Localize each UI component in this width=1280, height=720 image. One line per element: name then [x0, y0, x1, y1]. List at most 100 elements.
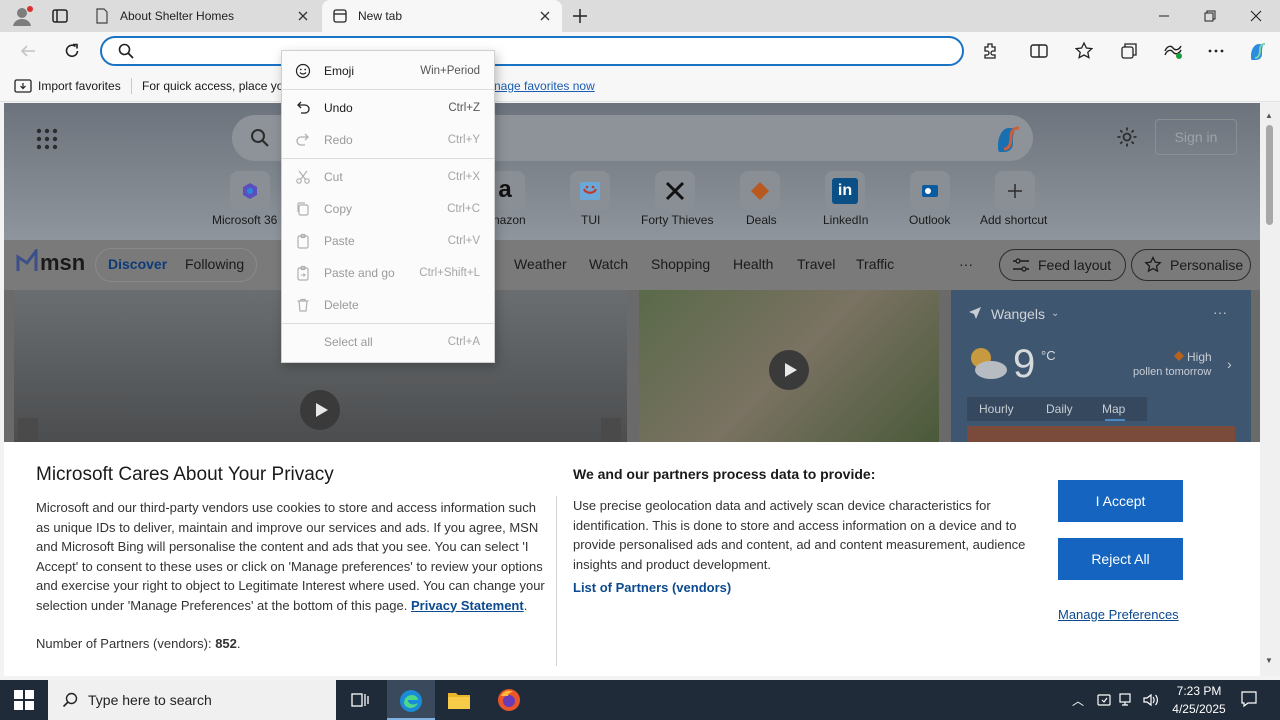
- clock-time[interactable]: 7:23 PM: [1174, 684, 1224, 698]
- nav-discover[interactable]: Discover: [108, 256, 167, 272]
- restore-button[interactable]: [1187, 0, 1233, 32]
- shortcut-forty-thieves[interactable]: [655, 171, 695, 211]
- scroll-down-icon[interactable]: ▼: [1265, 656, 1273, 665]
- privacy-right-title: We and our partners process data to prov…: [573, 466, 876, 482]
- weather-tab-daily[interactable]: Daily: [1046, 402, 1073, 416]
- shortcut-outlook[interactable]: [910, 171, 950, 211]
- extensions-icon[interactable]: [979, 40, 1003, 62]
- taskbar-search-box[interactable]: Type here to search: [48, 680, 336, 720]
- task-view-icon[interactable]: [350, 690, 370, 710]
- scrollbar-thumb[interactable]: [1266, 125, 1273, 225]
- carousel-next-icon[interactable]: [601, 418, 621, 442]
- privacy-statement-link[interactable]: Privacy Statement: [411, 598, 524, 613]
- privacy-consent-dialog: Microsoft Cares About Your Privacy Micro…: [4, 442, 1260, 676]
- play-video-icon[interactable]: [300, 390, 340, 430]
- chevron-right-icon[interactable]: ›: [1227, 356, 1232, 372]
- personalise-icon: [1144, 256, 1162, 274]
- nav-watch[interactable]: Watch: [589, 256, 628, 272]
- minimize-button[interactable]: [1141, 0, 1187, 32]
- volume-icon[interactable]: [1142, 692, 1160, 708]
- menu-item-undo[interactable]: Undo Ctrl+Z: [282, 94, 494, 122]
- copilot-icon[interactable]: [1246, 40, 1270, 62]
- split-screen-icon[interactable]: [1027, 40, 1051, 62]
- partners-count-line: Number of Partners (vendors): 852.: [36, 636, 241, 651]
- taskbar-edge-app[interactable]: [387, 680, 435, 720]
- shortcut-linkedin[interactable]: in: [825, 171, 865, 211]
- shortcut-label: Deals: [746, 213, 777, 227]
- nav-shopping[interactable]: Shopping: [651, 256, 710, 272]
- menu-item-shortcut: Ctrl+Shift+L: [419, 267, 480, 279]
- collections-icon[interactable]: [1117, 40, 1141, 62]
- manage-favorites-link[interactable]: nage favorites now: [494, 79, 595, 93]
- page-scrollbar[interactable]: ▲ ▼: [1260, 103, 1280, 676]
- delete-icon: [282, 297, 324, 313]
- weather-card[interactable]: Wangels ⌄ ··· 9 °C High pollen tomorrow …: [951, 290, 1251, 442]
- copilot-search-icon[interactable]: [992, 122, 1024, 154]
- shortcut-tui[interactable]: [570, 171, 610, 211]
- nav-health[interactable]: Health: [733, 256, 773, 272]
- profile-icon[interactable]: [10, 5, 34, 27]
- privacy-title: Microsoft Cares About Your Privacy: [36, 464, 334, 485]
- reject-all-button[interactable]: Reject All: [1058, 538, 1183, 580]
- weather-more-icon[interactable]: ···: [1213, 304, 1227, 320]
- import-favorites-link[interactable]: Import favorites: [38, 79, 121, 93]
- nav-more-icon[interactable]: ···: [959, 256, 973, 272]
- nav-traffic[interactable]: Traffic: [856, 256, 894, 272]
- search-icon: [250, 128, 270, 148]
- browser-essentials-icon[interactable]: [1161, 40, 1185, 62]
- tray-overflow-icon[interactable]: ︿: [1072, 692, 1084, 709]
- personalise-button[interactable]: Personalise: [1131, 249, 1251, 281]
- tab-new-tab[interactable]: New tab: [322, 0, 562, 32]
- shortcut-microsoft365[interactable]: [230, 171, 270, 211]
- nav-weather[interactable]: Weather: [514, 256, 567, 272]
- nav-following[interactable]: Following: [185, 256, 244, 272]
- menu-item-label: Select all: [324, 335, 373, 349]
- new-tab-button[interactable]: [570, 6, 590, 26]
- notifications-icon[interactable]: [1240, 690, 1258, 708]
- address-bar[interactable]: [100, 36, 964, 66]
- privacy-divider: [556, 496, 557, 666]
- partly-cloudy-icon: [965, 342, 1009, 382]
- nav-travel[interactable]: Travel: [797, 256, 835, 272]
- carousel-prev-icon[interactable]: [18, 418, 38, 442]
- weather-tab-map[interactable]: Map: [1102, 402, 1125, 416]
- tab-actions-icon[interactable]: [50, 6, 70, 26]
- clock-date[interactable]: 4/25/2025: [1166, 702, 1232, 716]
- file-explorer-icon[interactable]: [447, 690, 471, 710]
- close-window-button[interactable]: [1233, 0, 1279, 32]
- weather-tab-hourly[interactable]: Hourly: [979, 402, 1014, 416]
- cut-icon: [282, 169, 324, 185]
- manage-preferences-link[interactable]: Manage Preferences: [1058, 607, 1179, 622]
- firefox-icon[interactable]: [497, 688, 521, 712]
- add-shortcut-button[interactable]: [995, 171, 1035, 211]
- apps-launcher-icon[interactable]: [36, 128, 58, 150]
- play-video-icon[interactable]: [769, 350, 809, 390]
- chevron-down-icon[interactable]: ⌄: [1051, 308, 1059, 319]
- close-tab-icon[interactable]: [296, 9, 310, 23]
- menu-item-label: Copy: [324, 202, 353, 216]
- close-tab-icon[interactable]: [538, 9, 552, 23]
- accept-button[interactable]: I Accept: [1058, 480, 1183, 522]
- windows-start-icon[interactable]: [14, 690, 34, 710]
- refresh-icon[interactable]: [60, 40, 84, 62]
- shortcut-deals[interactable]: [740, 171, 780, 211]
- favorites-star-icon[interactable]: [1072, 40, 1096, 62]
- weather-map[interactable]: [967, 426, 1235, 442]
- news-card-plant[interactable]: [639, 290, 939, 442]
- pollen-level: High: [1187, 350, 1212, 364]
- paste-icon: [282, 233, 324, 249]
- security-tray-icon[interactable]: [1096, 692, 1112, 708]
- paste-go-icon: [282, 265, 324, 281]
- menu-item-copy: Copy Ctrl+C: [282, 195, 494, 223]
- more-options-icon[interactable]: [1204, 40, 1228, 62]
- tab-about-shelter-homes[interactable]: About Shelter Homes: [84, 0, 320, 32]
- menu-item-emoji[interactable]: Emoji Win+Period: [282, 57, 494, 85]
- settings-gear-icon[interactable]: [1116, 126, 1138, 148]
- back-icon[interactable]: [16, 40, 40, 62]
- feed-layout-button[interactable]: Feed layout: [999, 249, 1126, 281]
- scroll-up-icon[interactable]: ▲: [1265, 111, 1273, 120]
- network-icon[interactable]: [1118, 692, 1136, 708]
- shortcut-label: LinkedIn: [823, 213, 869, 227]
- partners-list-link[interactable]: List of Partners (vendors): [573, 580, 731, 595]
- sign-in-button[interactable]: Sign in: [1155, 119, 1237, 155]
